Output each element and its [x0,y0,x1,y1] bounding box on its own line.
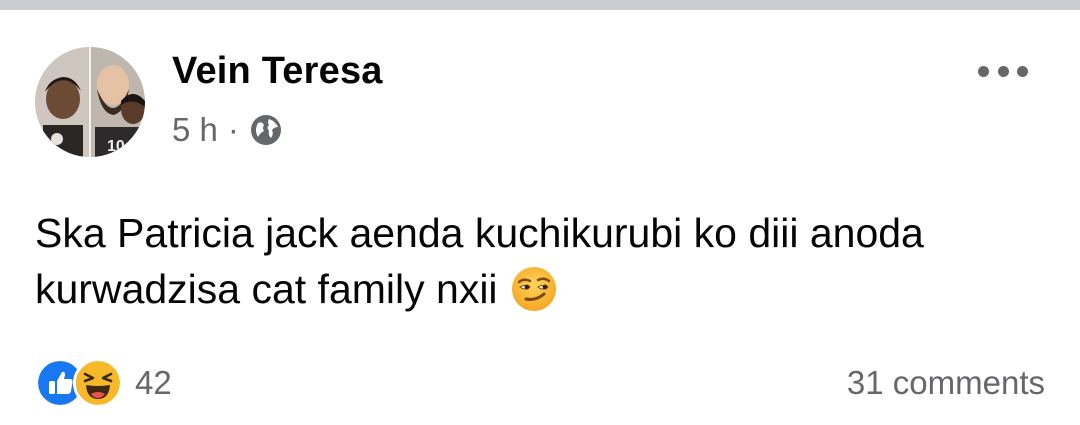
post-card: 10 Vein Teresa 5 h · Ska Patricia jack a… [0,10,1080,425]
post-meta: 5 h · [172,110,283,150]
feed-divider [0,0,1080,10]
globe-icon[interactable] [249,113,283,147]
avatar-photo: 10 [35,47,145,157]
avatar[interactable]: 10 [35,47,145,157]
smirking-face-emoji [511,267,556,311]
author-name[interactable]: Vein Teresa [172,50,383,93]
haha-reaction-icon [73,358,123,408]
reactions-summary[interactable]: 42 [35,358,172,408]
comments-count[interactable]: 31 comments [847,364,1045,402]
svg-text:10: 10 [107,138,125,155]
post-time[interactable]: 5 h [172,111,218,149]
meta-separator: · [227,111,239,148]
more-dot [1017,65,1028,77]
more-dot [997,65,1009,77]
reaction-count: 42 [135,364,172,401]
post-text-container: Ska Patricia jack aenda kuchikurubi ko d… [35,205,1045,317]
post-text: Ska Patricia jack aenda kuchikurubi ko d… [35,210,924,312]
more-options-icon[interactable] [978,60,1028,82]
more-dot [978,65,989,77]
